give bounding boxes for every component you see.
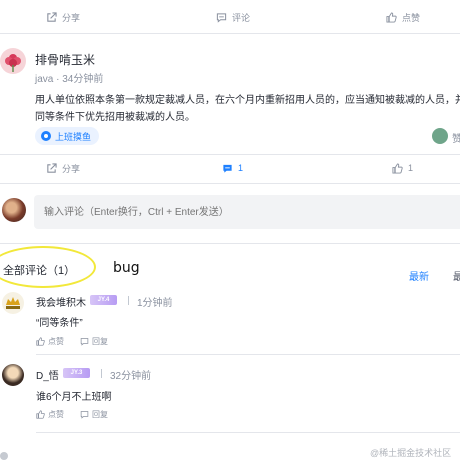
post-content-line: 同等条件下优先招用被裁减的人员。 (35, 112, 195, 123)
comment-text: 谁6个月不上班啊 (36, 392, 112, 403)
comment-like-label: 点赞 (48, 337, 64, 346)
post-meta: java · 34分钟前 (35, 74, 104, 85)
top-share-button[interactable]: 分享 (46, 2, 80, 32)
post-share-button[interactable]: 分享 (46, 153, 80, 183)
top-like-button[interactable]: 点赞 (386, 2, 420, 32)
comment-time: 1分钟前 (137, 298, 173, 309)
top-action-bar: 分享 评论 点赞 (0, 2, 460, 32)
current-user-avatar[interactable] (2, 198, 26, 222)
post-content: 用人单位依照本条第一款规定裁减人员，在六个月内重新招用人员的，应当通知被裁减的人… (35, 92, 460, 126)
comment-time: 32分钟前 (110, 371, 152, 382)
comment-like-button[interactable]: 点赞 (36, 336, 64, 347)
comment-reply-button[interactable]: 回复 (80, 336, 108, 347)
post-content-line: 用人单位依照本条第一款规定裁减人员，在六个月内重新招用人员的，应当通知被裁减的人… (35, 95, 460, 106)
thumbs-up-icon (36, 337, 45, 346)
thumbs-up-icon (392, 162, 403, 174)
share-icon (47, 11, 57, 22)
separator (128, 296, 129, 305)
post-like-count: 1 (408, 163, 414, 173)
post-action-bar: 分享 1 1 (0, 153, 460, 183)
top-like-label: 点赞 (402, 12, 421, 23)
divider (36, 432, 460, 433)
comment-reply-label: 回复 (92, 337, 108, 346)
liker-label: 赞 (452, 134, 460, 145)
post-like-button[interactable]: 1 (392, 153, 413, 183)
watermark: @稀土掘金技术社区 (370, 448, 452, 458)
share-icon (47, 162, 57, 173)
comment-avatar[interactable] (2, 292, 24, 314)
crown-avatar-icon (6, 297, 20, 309)
thumbs-up-icon (386, 11, 397, 23)
partial-avatar (0, 452, 8, 460)
topic-icon (41, 131, 51, 141)
reply-icon (80, 338, 89, 346)
comment-like-label: 点赞 (48, 410, 64, 419)
comment-icon (216, 12, 227, 23)
all-comments-title: 全部评论（1） (3, 265, 76, 277)
reply-icon (80, 411, 89, 419)
divider (0, 183, 460, 184)
comment-input[interactable] (34, 195, 460, 229)
divider (36, 354, 460, 355)
top-comment-label: 评论 (232, 12, 251, 23)
top-comment-button[interactable]: 评论 (216, 2, 250, 32)
level-badge: JY.4 (90, 295, 117, 305)
post-author-avatar[interactable] (0, 48, 26, 74)
thumbs-up-icon (36, 410, 45, 419)
comment-avatar[interactable] (2, 364, 24, 386)
sort-newest-tab[interactable]: 最新 (409, 268, 429, 283)
annotation-note: bug (113, 260, 140, 276)
top-share-label: 分享 (62, 12, 81, 23)
comment-text: “同等条件” (36, 318, 83, 329)
topic-label: 上班摸鱼 (55, 131, 92, 142)
post-comment-button[interactable]: 1 (222, 153, 243, 183)
comment-like-button[interactable]: 点赞 (36, 409, 64, 420)
post-author-name[interactable]: 排骨啃玉米 (35, 51, 95, 68)
comment-reply-button[interactable]: 回复 (80, 409, 108, 420)
liker-avatar[interactable] (432, 128, 448, 144)
divider (0, 33, 460, 34)
divider (0, 243, 460, 244)
level-badge: JY.3 (63, 368, 90, 378)
topic-tag[interactable]: 上班摸鱼 (35, 127, 100, 145)
post-comment-count: 1 (238, 163, 244, 173)
comment-reply-label: 回复 (92, 410, 108, 419)
comment-filled-icon (223, 164, 232, 173)
separator (101, 369, 102, 378)
flower-avatar-icon (5, 54, 21, 72)
comment-author-name[interactable]: 我会堆积木 (36, 294, 86, 309)
sort-hottest-tab[interactable]: 最 (453, 268, 460, 283)
post-share-label: 分享 (62, 163, 81, 174)
comment-author-name[interactable]: D_悟 (36, 367, 59, 382)
